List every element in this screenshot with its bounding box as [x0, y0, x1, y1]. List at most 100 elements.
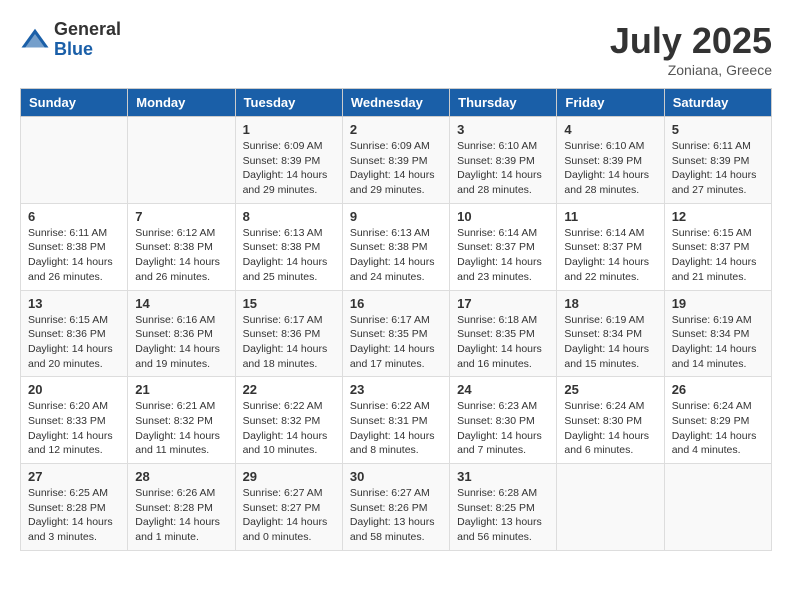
- day-info: Sunrise: 6:16 AM Sunset: 8:36 PM Dayligh…: [135, 313, 227, 372]
- day-number: 13: [28, 296, 120, 311]
- calendar-day-cell: 8 Sunrise: 6:13 AM Sunset: 8:38 PM Daylig…: [235, 203, 342, 290]
- day-info: Sunrise: 6:24 AM Sunset: 8:30 PM Dayligh…: [564, 399, 656, 458]
- day-number: 5: [672, 122, 764, 137]
- calendar-day-cell: 29 Sunrise: 6:27 AM Sunset: 8:27 PM Dayli…: [235, 464, 342, 551]
- month-title: July 2025: [610, 20, 772, 62]
- title-block: July 2025 Zoniana, Greece: [610, 20, 772, 78]
- weekday-header: Monday: [128, 89, 235, 117]
- day-number: 24: [457, 382, 549, 397]
- calendar-day-cell: 28 Sunrise: 6:26 AM Sunset: 8:28 PM Dayli…: [128, 464, 235, 551]
- day-number: 11: [564, 209, 656, 224]
- calendar-day-cell: 25 Sunrise: 6:24 AM Sunset: 8:30 PM Dayli…: [557, 377, 664, 464]
- day-info: Sunrise: 6:21 AM Sunset: 8:32 PM Dayligh…: [135, 399, 227, 458]
- weekday-header: Wednesday: [342, 89, 449, 117]
- calendar-day-cell: [557, 464, 664, 551]
- day-number: 25: [564, 382, 656, 397]
- day-info: Sunrise: 6:15 AM Sunset: 8:36 PM Dayligh…: [28, 313, 120, 372]
- calendar-day-cell: 21 Sunrise: 6:21 AM Sunset: 8:32 PM Dayli…: [128, 377, 235, 464]
- day-number: 4: [564, 122, 656, 137]
- weekday-header: Friday: [557, 89, 664, 117]
- calendar-day-cell: 5 Sunrise: 6:11 AM Sunset: 8:39 PM Daylig…: [664, 117, 771, 204]
- calendar-day-cell: 3 Sunrise: 6:10 AM Sunset: 8:39 PM Daylig…: [450, 117, 557, 204]
- calendar-day-cell: 19Sunrise: 6:19 AM Sunset: 8:34 PM Dayli…: [664, 290, 771, 377]
- day-info: Sunrise: 6:25 AM Sunset: 8:28 PM Dayligh…: [28, 486, 120, 545]
- location: Zoniana, Greece: [610, 62, 772, 78]
- day-info: Sunrise: 6:19 AM Sunset: 8:34 PM Dayligh…: [672, 313, 764, 372]
- day-number: 16: [350, 296, 442, 311]
- weekday-header: Tuesday: [235, 89, 342, 117]
- day-info: Sunrise: 6:13 AM Sunset: 8:38 PM Dayligh…: [350, 226, 442, 285]
- weekday-header: Saturday: [664, 89, 771, 117]
- day-number: 28: [135, 469, 227, 484]
- calendar-day-cell: 7Sunrise: 6:12 AM Sunset: 8:38 PM Daylig…: [128, 203, 235, 290]
- calendar-day-cell: 1Sunrise: 6:09 AM Sunset: 8:39 PM Daylig…: [235, 117, 342, 204]
- day-info: Sunrise: 6:20 AM Sunset: 8:33 PM Dayligh…: [28, 399, 120, 458]
- calendar-day-cell: 16 Sunrise: 6:17 AM Sunset: 8:35 PM Dayli…: [342, 290, 449, 377]
- calendar-week-row: 6Sunrise: 6:11 AM Sunset: 8:38 PM Daylig…: [21, 203, 772, 290]
- calendar-day-cell: 26 Sunrise: 6:24 AM Sunset: 8:29 PM Dayli…: [664, 377, 771, 464]
- day-info: Sunrise: 6:27 AM Sunset: 8:26 PM Dayligh…: [350, 486, 442, 545]
- day-number: 30: [350, 469, 442, 484]
- day-info: Sunrise: 6:10 AM Sunset: 8:39 PM Dayligh…: [564, 139, 656, 198]
- calendar-day-cell: [664, 464, 771, 551]
- calendar-day-cell: [21, 117, 128, 204]
- weekday-header-row: SundayMondayTuesdayWednesdayThursdayFrid…: [21, 89, 772, 117]
- day-info: Sunrise: 6:09 AM Sunset: 8:39 PM Dayligh…: [350, 139, 442, 198]
- day-number: 20: [28, 382, 120, 397]
- day-number: 15: [243, 296, 335, 311]
- calendar-day-cell: 18Sunrise: 6:19 AM Sunset: 8:34 PM Dayli…: [557, 290, 664, 377]
- calendar-day-cell: 10 Sunrise: 6:14 AM Sunset: 8:37 PM Dayli…: [450, 203, 557, 290]
- calendar-day-cell: 2Sunrise: 6:09 AM Sunset: 8:39 PM Daylig…: [342, 117, 449, 204]
- calendar-day-cell: 30 Sunrise: 6:27 AM Sunset: 8:26 PM Dayli…: [342, 464, 449, 551]
- day-number: 29: [243, 469, 335, 484]
- logo-icon: [20, 25, 50, 55]
- calendar-day-cell: 11 Sunrise: 6:14 AM Sunset: 8:37 PM Dayli…: [557, 203, 664, 290]
- calendar-week-row: 1 Sunrise: 6:09 AM Sunset: 8:39 PM Daylig…: [21, 117, 772, 204]
- day-number: 1: [243, 122, 335, 137]
- day-info: Sunrise: 6:15 AM Sunset: 8:37 PM Dayligh…: [672, 226, 764, 285]
- day-info: Sunrise: 6:27 AM Sunset: 8:27 PM Dayligh…: [243, 486, 335, 545]
- day-number: 17: [457, 296, 549, 311]
- day-number: 12: [672, 209, 764, 224]
- day-number: 9: [350, 209, 442, 224]
- day-number: 10: [457, 209, 549, 224]
- calendar-day-cell: 23Sunrise: 6:22 AM Sunset: 8:31 PM Dayli…: [342, 377, 449, 464]
- calendar-day-cell: 13 Sunrise: 6:15 AM Sunset: 8:36 PM Dayli…: [21, 290, 128, 377]
- calendar-day-cell: 22 Sunrise: 6:22 AM Sunset: 8:32 PM Dayli…: [235, 377, 342, 464]
- calendar-day-cell: 17 Sunrise: 6:18 AM Sunset: 8:35 PM Dayli…: [450, 290, 557, 377]
- calendar-day-cell: 20 Sunrise: 6:20 AM Sunset: 8:33 PM Dayli…: [21, 377, 128, 464]
- logo-general: General: [54, 20, 121, 40]
- calendar-day-cell: [128, 117, 235, 204]
- day-info: Sunrise: 6:10 AM Sunset: 8:39 PM Dayligh…: [457, 139, 549, 198]
- day-info: Sunrise: 6:17 AM Sunset: 8:35 PM Dayligh…: [350, 313, 442, 372]
- calendar-day-cell: 14 Sunrise: 6:16 AM Sunset: 8:36 PM Dayli…: [128, 290, 235, 377]
- day-number: 21: [135, 382, 227, 397]
- day-info: Sunrise: 6:26 AM Sunset: 8:28 PM Dayligh…: [135, 486, 227, 545]
- calendar-day-cell: 12 Sunrise: 6:15 AM Sunset: 8:37 PM Dayli…: [664, 203, 771, 290]
- calendar-day-cell: 6Sunrise: 6:11 AM Sunset: 8:38 PM Daylig…: [21, 203, 128, 290]
- calendar-table: SundayMondayTuesdayWednesdayThursdayFrid…: [20, 88, 772, 551]
- weekday-header: Thursday: [450, 89, 557, 117]
- day-info: Sunrise: 6:14 AM Sunset: 8:37 PM Dayligh…: [457, 226, 549, 285]
- calendar-day-cell: 27 Sunrise: 6:25 AM Sunset: 8:28 PM Dayli…: [21, 464, 128, 551]
- day-number: 14: [135, 296, 227, 311]
- day-info: Sunrise: 6:19 AM Sunset: 8:34 PM Dayligh…: [564, 313, 656, 372]
- day-info: Sunrise: 6:23 AM Sunset: 8:30 PM Dayligh…: [457, 399, 549, 458]
- calendar-day-cell: 24 Sunrise: 6:23 AM Sunset: 8:30 PM Dayli…: [450, 377, 557, 464]
- day-info: Sunrise: 6:22 AM Sunset: 8:32 PM Dayligh…: [243, 399, 335, 458]
- day-number: 22: [243, 382, 335, 397]
- day-number: 27: [28, 469, 120, 484]
- day-info: Sunrise: 6:11 AM Sunset: 8:39 PM Dayligh…: [672, 139, 764, 198]
- day-number: 3: [457, 122, 549, 137]
- day-number: 26: [672, 382, 764, 397]
- day-info: Sunrise: 6:13 AM Sunset: 8:38 PM Dayligh…: [243, 226, 335, 285]
- logo: General Blue: [20, 20, 121, 60]
- day-info: Sunrise: 6:24 AM Sunset: 8:29 PM Dayligh…: [672, 399, 764, 458]
- day-number: 8: [243, 209, 335, 224]
- day-info: Sunrise: 6:22 AM Sunset: 8:31 PM Dayligh…: [350, 399, 442, 458]
- page-header: General Blue July 2025 Zoniana, Greece: [20, 20, 772, 78]
- day-info: Sunrise: 6:14 AM Sunset: 8:37 PM Dayligh…: [564, 226, 656, 285]
- logo-text: General Blue: [54, 20, 121, 60]
- day-info: Sunrise: 6:18 AM Sunset: 8:35 PM Dayligh…: [457, 313, 549, 372]
- day-info: Sunrise: 6:28 AM Sunset: 8:25 PM Dayligh…: [457, 486, 549, 545]
